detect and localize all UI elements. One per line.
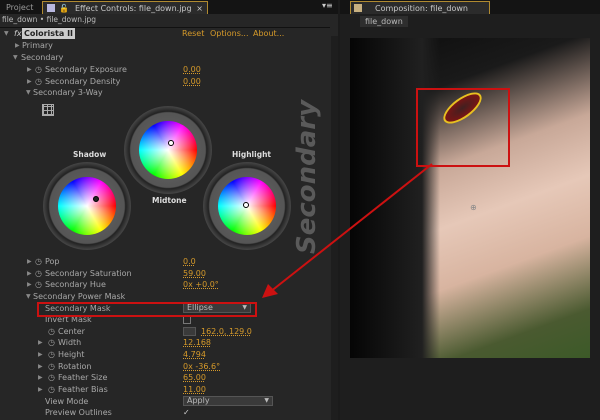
annotation-arrow: [262, 163, 433, 298]
